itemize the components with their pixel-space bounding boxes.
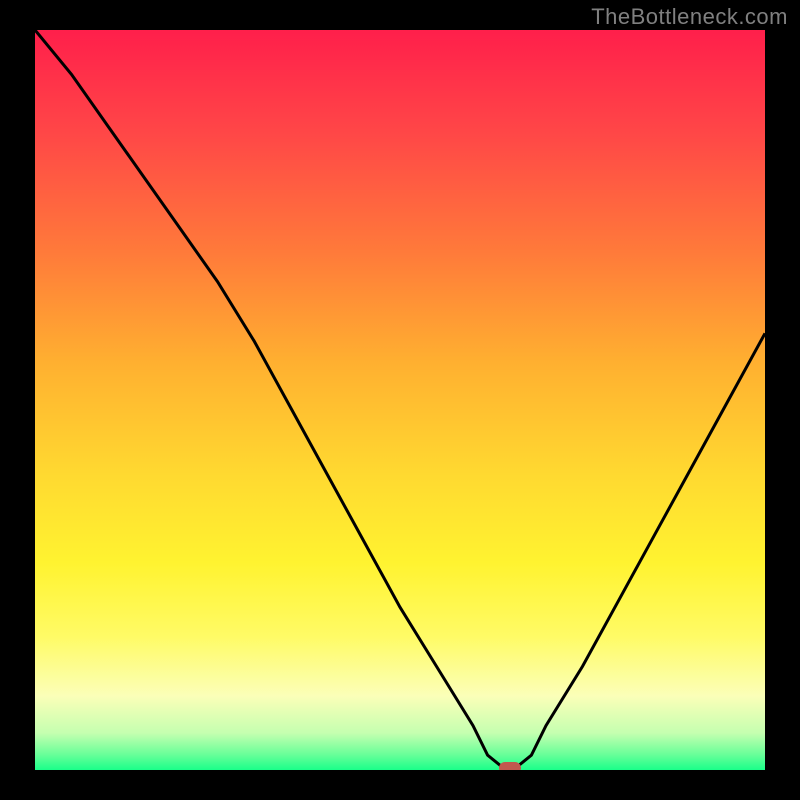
plot-area xyxy=(35,30,765,770)
curve-layer xyxy=(35,30,765,770)
chart-frame: TheBottleneck.com xyxy=(0,0,800,800)
optimal-point-marker xyxy=(499,762,521,770)
watermark-text: TheBottleneck.com xyxy=(591,4,788,30)
bottleneck-curve xyxy=(35,30,765,767)
